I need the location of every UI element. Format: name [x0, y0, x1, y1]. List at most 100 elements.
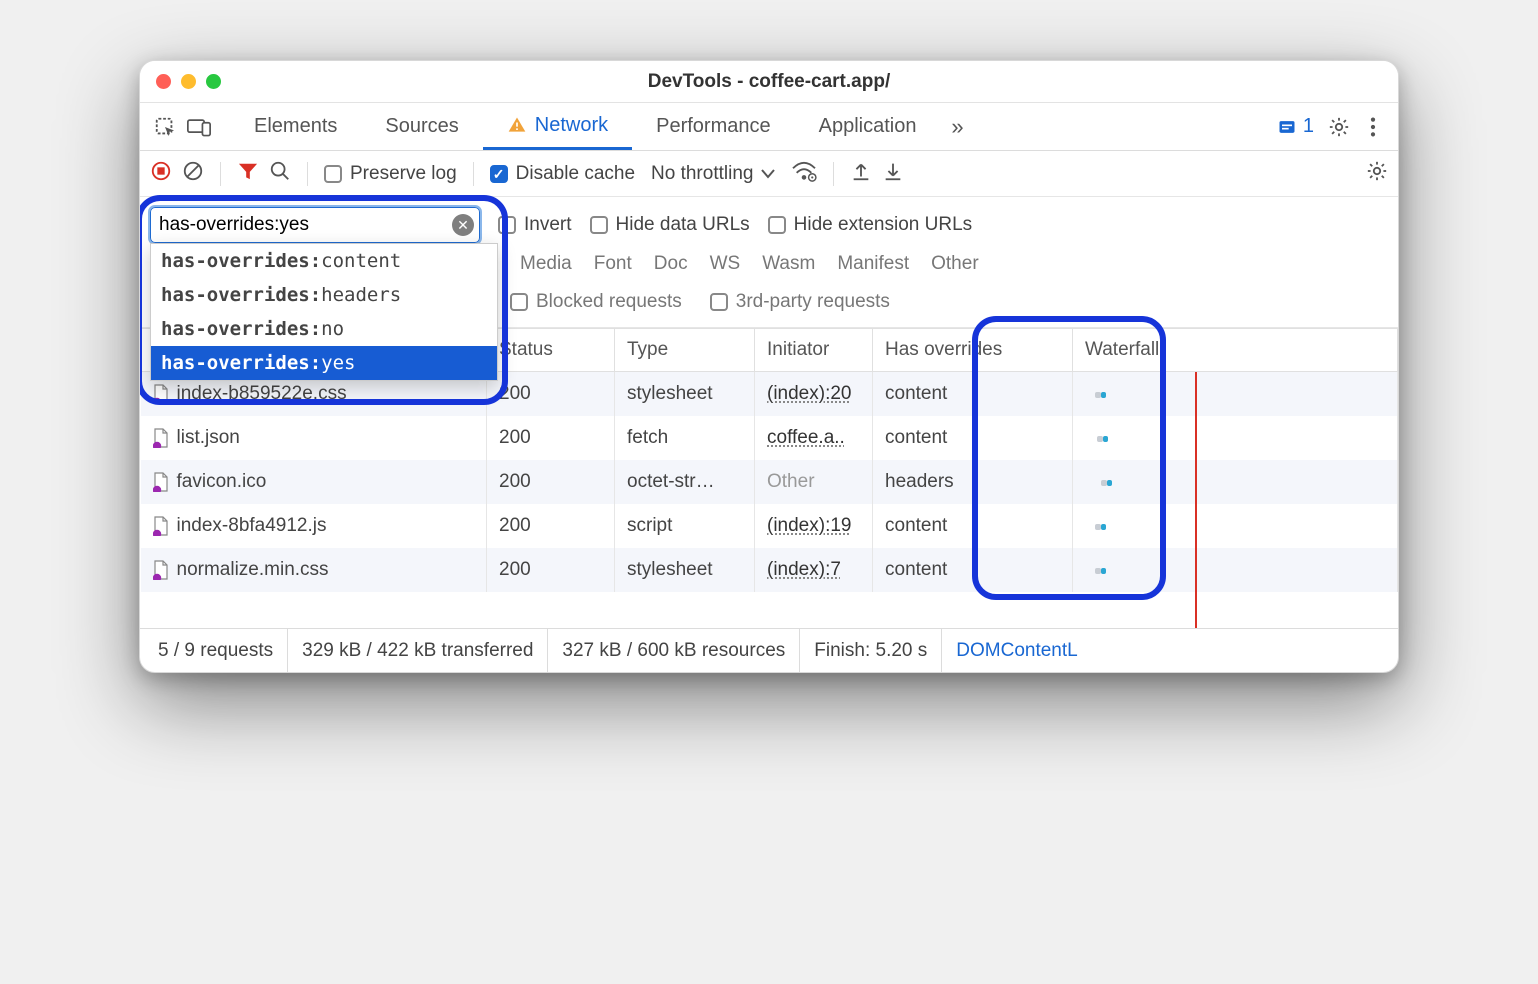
col-has-overrides[interactable]: Has overrides: [873, 329, 1073, 372]
cell-waterfall: [1073, 504, 1398, 548]
type-filter-media[interactable]: Media: [520, 253, 572, 275]
table-row[interactable]: favicon.ico200octet-str…Otherheaders: [141, 460, 1398, 504]
network-settings-gear-icon[interactable]: [1366, 160, 1388, 188]
preserve-log-label: Preserve log: [350, 163, 457, 185]
tab-label: Sources: [385, 115, 458, 138]
autocomplete-option[interactable]: has-overrides:headers: [151, 278, 497, 312]
upload-har-icon[interactable]: [850, 160, 872, 188]
clear-filter-icon[interactable]: ✕: [452, 214, 474, 236]
type-filter-ws[interactable]: WS: [710, 253, 741, 275]
third-party-toggle[interactable]: 3rd-party requests: [710, 291, 890, 313]
blocked-requests-checkbox[interactable]: [510, 293, 528, 311]
close-window-button[interactable]: [156, 74, 171, 89]
minimize-window-button[interactable]: [181, 74, 196, 89]
hide-data-urls-toggle[interactable]: Hide data URLs: [590, 214, 750, 236]
throttling-select[interactable]: No throttling: [645, 163, 781, 185]
hide-ext-urls-checkbox[interactable]: [768, 216, 786, 234]
table-row[interactable]: list.json200fetchcoffee.a..content: [141, 416, 1398, 460]
cell-name: list.json: [141, 416, 487, 460]
device-toolbar-icon[interactable]: [182, 110, 216, 144]
issues-button[interactable]: 1: [1269, 115, 1322, 138]
invert-toggle[interactable]: Invert: [498, 214, 572, 236]
disable-cache-label: Disable cache: [516, 163, 635, 185]
filter-input[interactable]: [150, 207, 480, 243]
preserve-log-checkbox[interactable]: [324, 165, 342, 183]
cell-type: fetch: [615, 416, 755, 460]
titlebar: DevTools - coffee-cart.app/: [140, 61, 1398, 103]
status-transferred: 329 kB / 422 kB transferred: [288, 629, 548, 672]
tab-label: Performance: [656, 115, 771, 138]
col-status[interactable]: Status: [487, 329, 615, 372]
cell-initiator: (index):7: [755, 548, 873, 592]
more-tabs-button[interactable]: »: [940, 110, 974, 144]
settings-gear-icon[interactable]: [1322, 110, 1356, 144]
cell-waterfall: [1073, 372, 1398, 417]
status-requests: 5 / 9 requests: [144, 629, 288, 672]
hide-data-urls-label: Hide data URLs: [616, 214, 750, 236]
third-party-label: 3rd-party requests: [736, 291, 890, 313]
file-override-icon: [153, 516, 169, 536]
blocked-requests-label: Blocked requests: [536, 291, 682, 313]
zoom-window-button[interactable]: [206, 74, 221, 89]
cell-type: octet-str…: [615, 460, 755, 504]
autocomplete-option[interactable]: has-overrides:yes: [151, 346, 497, 380]
hide-data-urls-checkbox[interactable]: [590, 216, 608, 234]
download-har-icon[interactable]: [882, 160, 904, 188]
initiator-link[interactable]: (index):7: [767, 559, 841, 580]
initiator-link[interactable]: coffee.a..: [767, 427, 845, 448]
record-button[interactable]: [150, 160, 172, 188]
disable-cache-toggle[interactable]: Disable cache: [490, 163, 635, 185]
tab-label: Elements: [254, 115, 337, 138]
cell-has-overrides: content: [873, 504, 1073, 548]
table-row[interactable]: index-8bfa4912.js200script(index):19cont…: [141, 504, 1398, 548]
kebab-menu-icon[interactable]: [1356, 110, 1390, 144]
cell-status: 200: [487, 372, 615, 417]
autocomplete-option[interactable]: has-overrides:content: [151, 244, 497, 278]
status-finish: Finish: 5.20 s: [800, 629, 942, 672]
cell-has-overrides: content: [873, 372, 1073, 417]
network-conditions-icon[interactable]: [791, 160, 817, 188]
tab-network[interactable]: Network: [483, 103, 632, 150]
col-type[interactable]: Type: [615, 329, 755, 372]
blocked-requests-toggle[interactable]: Blocked requests: [510, 291, 682, 313]
invert-checkbox[interactable]: [498, 216, 516, 234]
type-filter-wasm[interactable]: Wasm: [762, 253, 815, 275]
table-row[interactable]: normalize.min.css200stylesheet(index):7c…: [141, 548, 1398, 592]
autocomplete-option[interactable]: has-overrides:no: [151, 312, 497, 346]
type-filter-font[interactable]: Font: [594, 253, 632, 275]
chevron-down-icon: [761, 169, 775, 179]
warning-icon: [507, 115, 527, 135]
waterfall-load-line: [1195, 372, 1197, 628]
initiator-other: Other: [767, 471, 815, 492]
network-toolbar: Preserve log Disable cache No throttling: [140, 151, 1398, 197]
initiator-link[interactable]: (index):20: [767, 383, 852, 404]
issues-icon: [1277, 117, 1297, 137]
search-icon[interactable]: [269, 160, 291, 188]
cell-has-overrides: headers: [873, 460, 1073, 504]
hide-ext-urls-toggle[interactable]: Hide extension URLs: [768, 214, 972, 236]
clear-button[interactable]: [182, 160, 204, 188]
disable-cache-checkbox[interactable]: [490, 165, 508, 183]
tab-label: Network: [535, 114, 608, 137]
type-filter-other[interactable]: Other: [931, 253, 979, 275]
cell-type: stylesheet: [615, 372, 755, 417]
third-party-checkbox[interactable]: [710, 293, 728, 311]
tab-performance[interactable]: Performance: [632, 103, 795, 150]
status-resources: 327 kB / 600 kB resources: [548, 629, 800, 672]
tab-application[interactable]: Application: [795, 103, 941, 150]
initiator-link[interactable]: (index):19: [767, 515, 852, 536]
inspect-element-icon[interactable]: [148, 110, 182, 144]
tab-sources[interactable]: Sources: [361, 103, 482, 150]
type-filter-doc[interactable]: Doc: [654, 253, 688, 275]
hide-ext-urls-label: Hide extension URLs: [794, 214, 972, 236]
col-waterfall[interactable]: Waterfall: [1073, 329, 1398, 372]
col-initiator[interactable]: Initiator: [755, 329, 873, 372]
cell-waterfall: [1073, 416, 1398, 460]
file-override-icon: [153, 428, 169, 448]
preserve-log-toggle[interactable]: Preserve log: [324, 163, 457, 185]
filter-icon[interactable]: [237, 161, 259, 187]
status-bar: 5 / 9 requests 329 kB / 422 kB transferr…: [140, 628, 1398, 672]
tab-elements[interactable]: Elements: [230, 103, 361, 150]
type-filter-manifest[interactable]: Manifest: [837, 253, 909, 275]
cell-status: 200: [487, 460, 615, 504]
